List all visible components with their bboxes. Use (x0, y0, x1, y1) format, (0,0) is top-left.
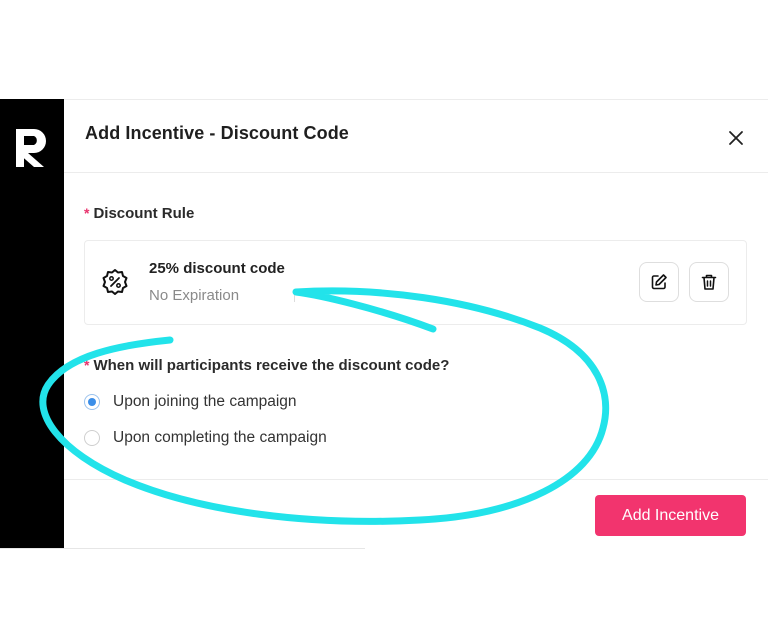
modal-title: Add Incentive - Discount Code (85, 123, 349, 143)
app-logo (16, 129, 46, 167)
delete-rule-button[interactable] (689, 262, 729, 302)
edit-icon (651, 274, 667, 290)
divider (294, 289, 295, 302)
close-button[interactable] (724, 126, 748, 150)
discount-rule-expiration: No Expiration (149, 287, 240, 304)
discount-rule-name: 25% discount code (149, 260, 285, 277)
option-label: Upon completing the campaign (113, 429, 327, 446)
edit-rule-button[interactable] (639, 262, 679, 302)
divider (0, 548, 365, 549)
discount-rule-label: * Discount Rule (84, 205, 194, 222)
option-upon-joining[interactable]: Upon joining the campaign (84, 393, 297, 411)
footer-divider (64, 479, 768, 480)
radio-upon-joining[interactable] (84, 394, 100, 410)
close-icon (729, 131, 743, 145)
trash-icon (701, 274, 717, 290)
option-upon-completing[interactable]: Upon completing the campaign (84, 429, 327, 447)
add-incentive-modal: Add Incentive - Discount Code * Discount … (64, 99, 768, 549)
required-mark: * (84, 357, 90, 373)
sidebar (0, 99, 64, 548)
required-mark: * (84, 205, 90, 221)
radio-upon-completing[interactable] (84, 430, 100, 446)
discount-rule-card: 25% discount code No Expiration (84, 240, 747, 325)
discount-rule-label-text: Discount Rule (93, 205, 195, 222)
delivery-question-text: When will participants receive the disco… (93, 357, 450, 374)
add-incentive-button[interactable]: Add Incentive (595, 495, 746, 536)
option-label: Upon joining the campaign (113, 393, 297, 410)
modal-header: Add Incentive - Discount Code (64, 100, 768, 173)
delivery-question-label: * When will participants receive the disc… (84, 357, 449, 374)
percent-badge-icon (102, 269, 128, 295)
